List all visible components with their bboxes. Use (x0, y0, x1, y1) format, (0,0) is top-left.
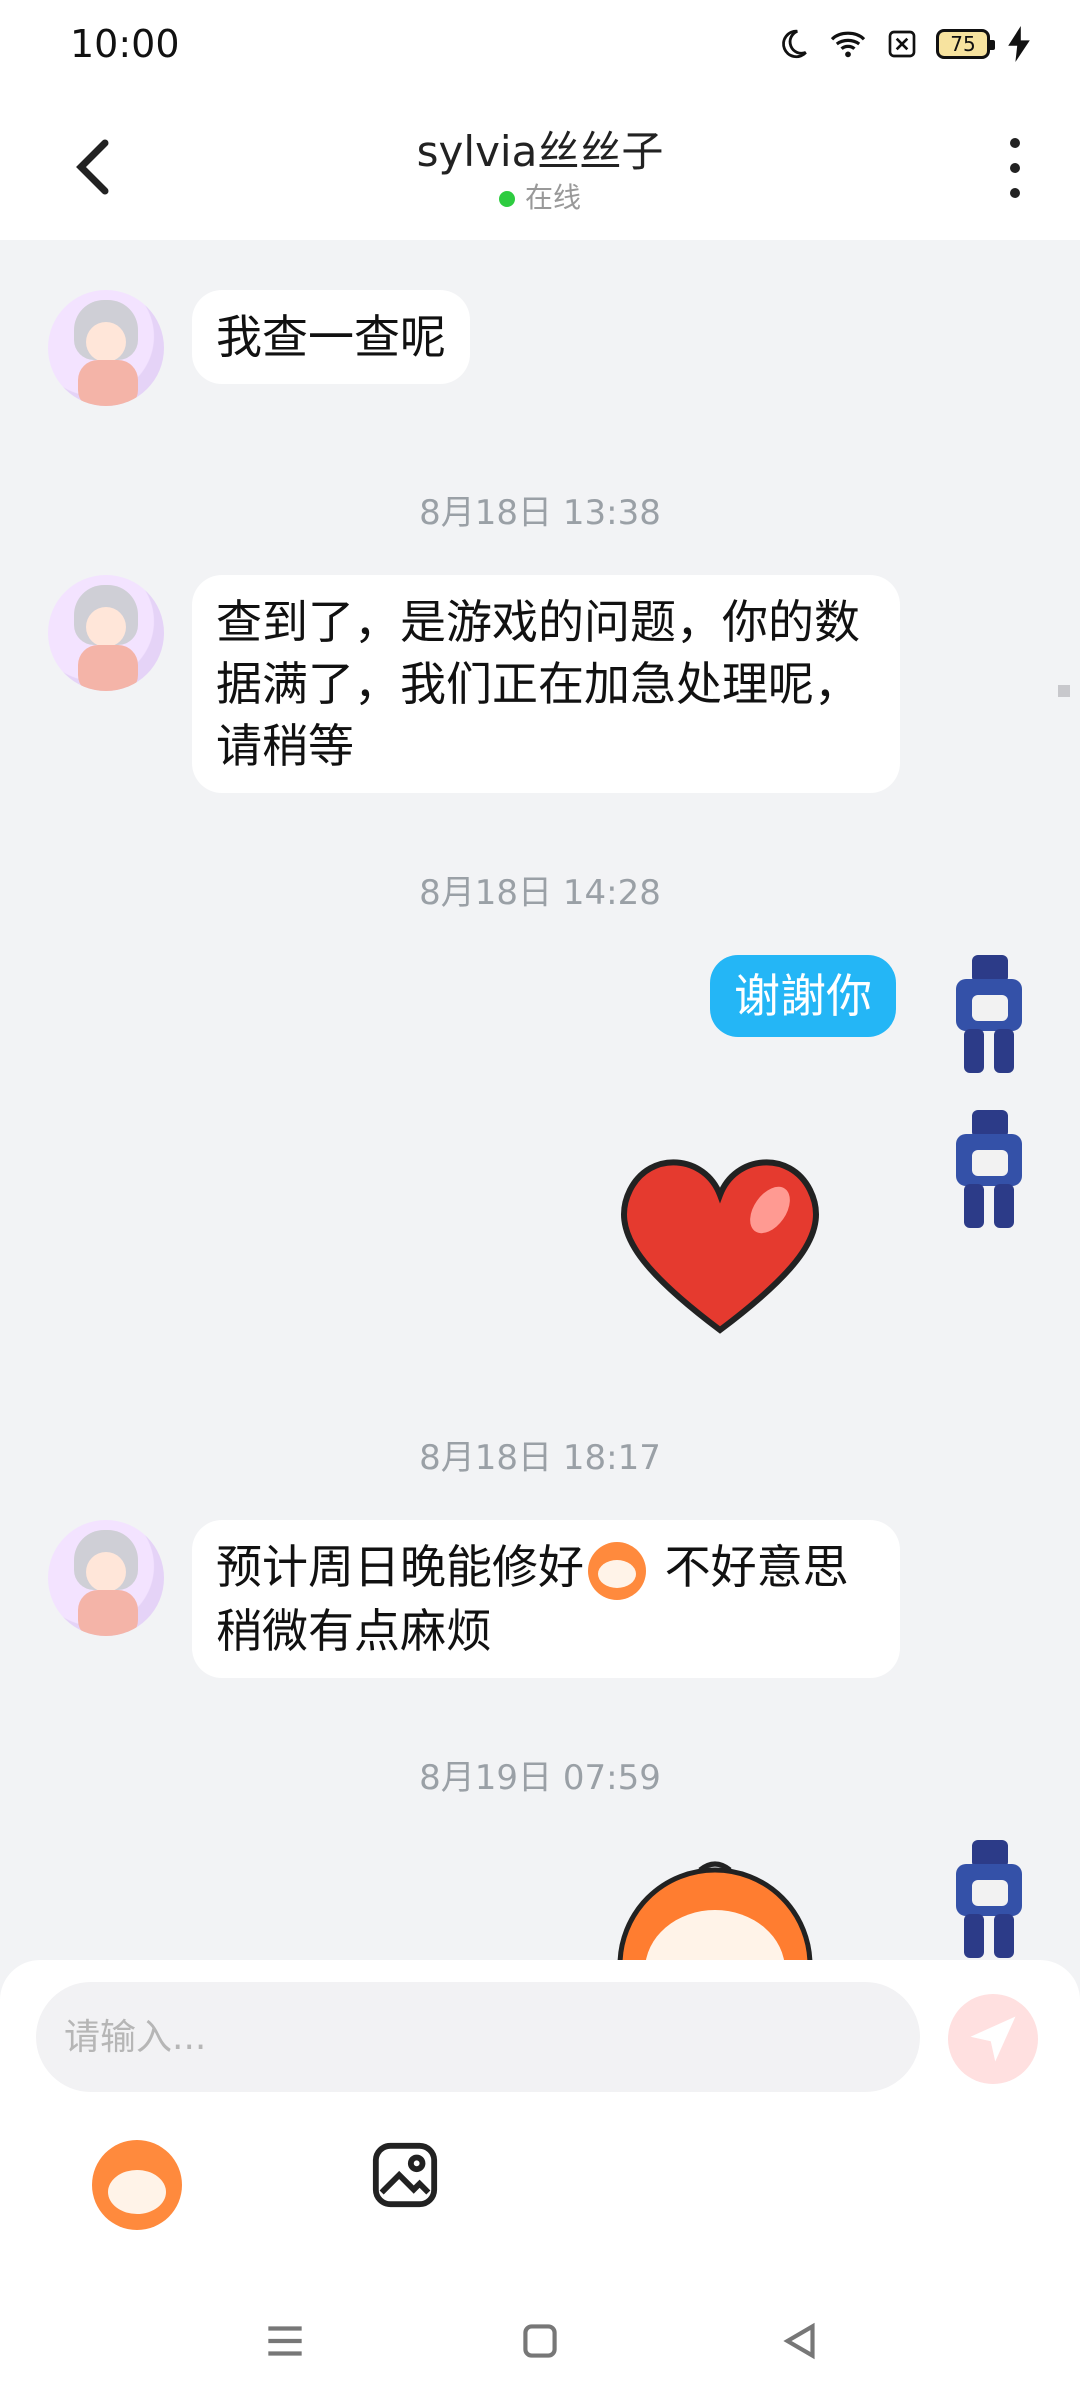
more-options-button[interactable] (990, 138, 1040, 198)
online-text: 在线 (524, 181, 581, 214)
menu-icon[interactable] (260, 2316, 310, 2366)
crying-sticker-icon[interactable] (610, 1860, 820, 1960)
system-navigation-bar (0, 2280, 1080, 2400)
message-text: 预计周日晚能修好 (216, 1540, 584, 1594)
status-icons: 75 (776, 26, 1030, 62)
scrollbar-thumb[interactable] (1058, 685, 1070, 697)
moon-icon (782, 29, 807, 59)
battery-icon: 75 (936, 29, 995, 59)
back-triangle-icon[interactable] (775, 2316, 825, 2366)
status-bar: 10:00 75 (0, 0, 1080, 96)
avatar[interactable] (48, 290, 164, 406)
sad-face-emoji-icon (588, 1541, 646, 1600)
dot-icon (1010, 163, 1020, 173)
timestamp: 8月19日 07:59 (419, 1758, 661, 1798)
avatar[interactable] (48, 1520, 164, 1636)
message-bubble[interactable]: 预计周日晚能修好 不好意思稍微有点麻烦 (192, 1520, 900, 1678)
message-incoming: 我查一查呢 (48, 290, 470, 406)
send-icon (970, 2016, 1016, 2062)
message-incoming: 预计周日晚能修好 不好意思稍微有点麻烦 (48, 1520, 900, 1678)
timestamp: 8月18日 18:17 (419, 1438, 661, 1478)
timestamp: 8月18日 13:38 (419, 493, 661, 533)
message-bubble[interactable]: 我查一查呢 (192, 290, 470, 384)
image-picker-icon[interactable] (370, 2140, 440, 2210)
timestamp: 8月18日 14:28 (419, 873, 661, 913)
message-incoming: 查到了，是游戏的问题，你的数据满了，我们正在加急处理呢，请稍等 (48, 575, 900, 793)
avatar[interactable] (946, 955, 1032, 1075)
heart-sticker-icon[interactable] (610, 1150, 830, 1340)
wifi-icon (830, 31, 866, 58)
dot-icon (1010, 188, 1020, 198)
send-button[interactable] (948, 1994, 1038, 2084)
message-outgoing: 谢謝你 (710, 955, 1032, 1075)
emoji-button-icon[interactable] (92, 2140, 182, 2230)
message-bubble[interactable]: 谢謝你 (710, 955, 896, 1037)
online-dot-icon (498, 191, 515, 207)
sim-off-icon (888, 30, 916, 58)
avatar[interactable] (946, 1110, 1032, 1230)
message-outgoing-sticker (946, 1840, 1032, 1960)
message-input[interactable] (36, 1982, 920, 2092)
message-bubble[interactable]: 查到了，是游戏的问题，你的数据满了，我们正在加急处理呢，请稍等 (192, 575, 900, 793)
chat-thread[interactable]: 我查一查呢 8月18日 13:38 查到了，是游戏的问题，你的数据满了，我们正在… (0, 240, 1080, 1960)
composer (0, 1960, 1080, 2400)
avatar[interactable] (48, 575, 164, 691)
avatar[interactable] (946, 1840, 1032, 1960)
battery-level: 75 (950, 32, 976, 56)
status-time: 10:00 (70, 22, 180, 66)
charging-icon (1008, 26, 1030, 62)
message-outgoing-sticker (946, 1110, 1032, 1230)
home-icon[interactable] (515, 2316, 565, 2366)
online-status: 在线 (0, 176, 1080, 216)
contact-name: sylvia丝丝子 (416, 127, 664, 176)
dot-icon (1010, 138, 1020, 148)
chat-header: sylvia丝丝子 在线 (0, 96, 1080, 240)
